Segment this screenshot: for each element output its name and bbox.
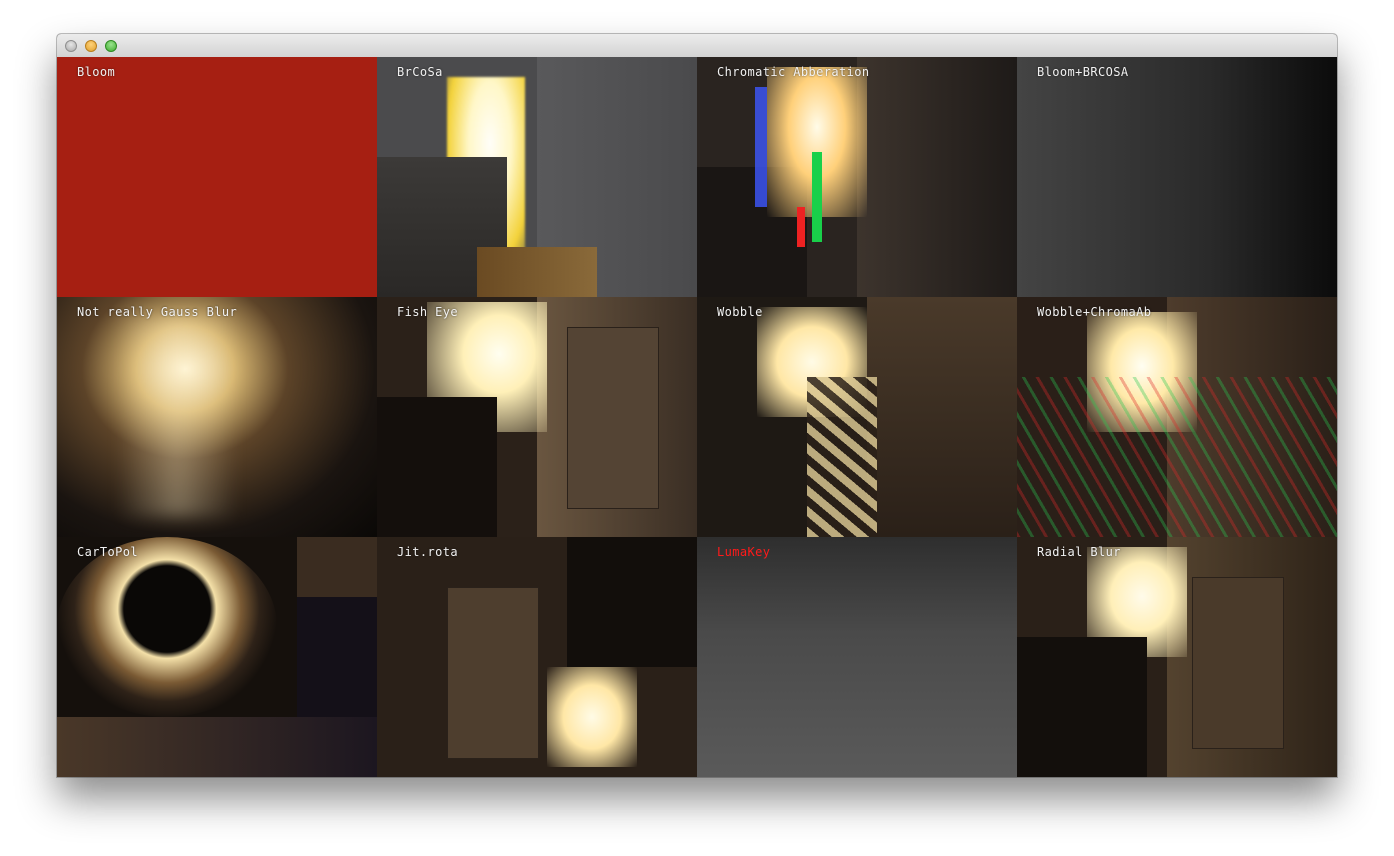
effect-tile-wobble: Wobble (697, 297, 1017, 537)
effect-label: Jit.rota (397, 545, 458, 559)
video-frame (867, 297, 1017, 537)
minimize-button[interactable] (85, 40, 97, 52)
video-frame (447, 587, 539, 759)
effect-tile-wobble-chromaab: Wobble+ChromaAb (1017, 297, 1337, 537)
app-window: Bloom BrCoSa Chromatic Abberation Bloom+… (57, 34, 1337, 777)
effect-tile-gauss-blur: Not really Gauss Blur (57, 297, 377, 537)
title-bar (57, 34, 1337, 58)
maximize-button[interactable] (105, 40, 117, 52)
video-frame (57, 537, 277, 717)
effect-label: Wobble+ChromaAb (1037, 305, 1152, 319)
effect-label: BrCoSa (397, 65, 443, 79)
effect-tile-fish-eye: Fish Eye (377, 297, 697, 537)
effect-tile-bloom: Bloom (57, 57, 377, 297)
video-frame (857, 57, 1017, 297)
effect-label: Wobble (717, 305, 763, 319)
effect-tile-brcosa: BrCoSa (377, 57, 697, 297)
close-button[interactable] (65, 40, 77, 52)
effects-grid: Bloom BrCoSa Chromatic Abberation Bloom+… (57, 57, 1337, 777)
video-frame (117, 317, 237, 517)
effect-label: Fish Eye (397, 305, 458, 319)
effect-label: Bloom+BRCOSA (1037, 65, 1129, 79)
effect-label: LumaKey (717, 545, 771, 559)
effect-tile-bloom-brcosa: Bloom+BRCOSA (1017, 57, 1337, 297)
effect-label: Bloom (77, 65, 116, 79)
effect-tile-cartopol: CarToPol (57, 537, 377, 777)
effect-tile-lumakey: LumaKey (697, 537, 1017, 777)
effect-label: Chromatic Abberation (717, 65, 870, 79)
effect-label: Radial Blur (1037, 545, 1121, 559)
effect-tile-jit-rota: Jit.rota (377, 537, 697, 777)
effect-label: Not really Gauss Blur (77, 305, 238, 319)
effect-label: CarToPol (77, 545, 138, 559)
effect-tile-chromatic-abberation: Chromatic Abberation (697, 57, 1017, 297)
effect-tile-radial-blur: Radial Blur (1017, 537, 1337, 777)
